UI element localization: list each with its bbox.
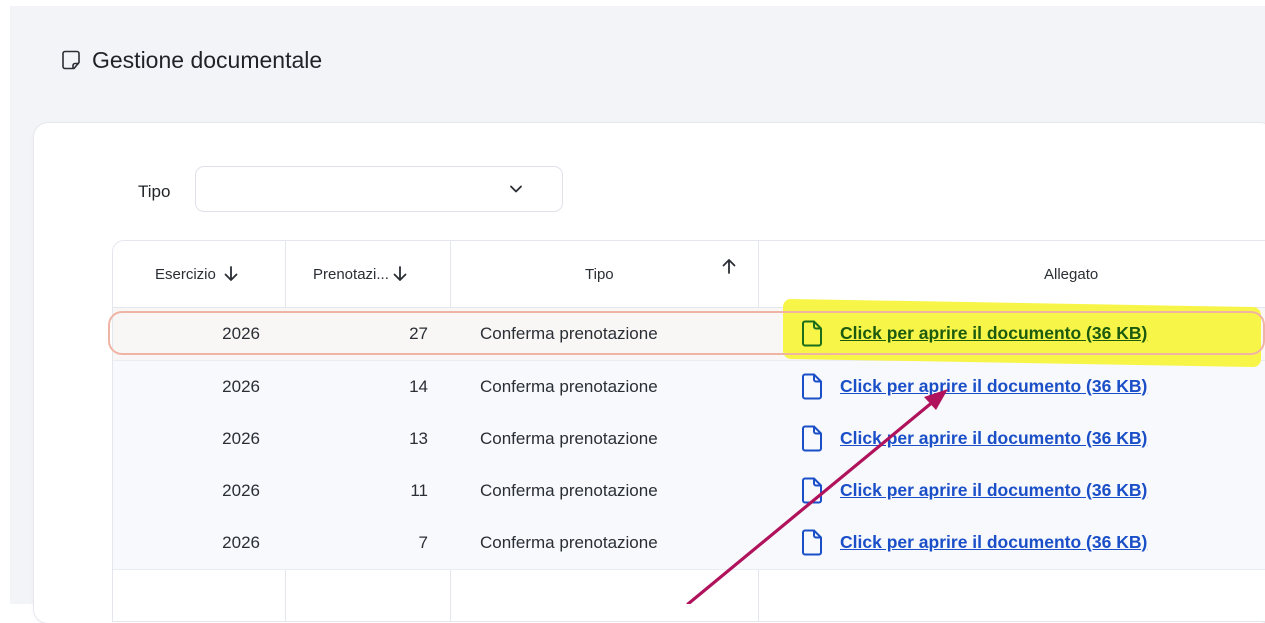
page-title-text: Gestione documentale [92,46,323,73]
cell-tipo: Conferma prenotazione [480,377,658,396]
filter-label: Tipo [138,182,171,201]
sort-asc-icon [722,259,736,274]
attachment-cell: Click per aprire il documento (36 KB) [757,516,1265,568]
cell-esercizio: 2026 [222,429,260,448]
column-header-label: Tipo [585,265,614,283]
column-header-label: Prenotazi... [313,265,389,283]
cell-tipo: Conferma prenotazione [480,481,658,500]
tipo-filter-select[interactable] [195,166,563,212]
attachment-cell: Click per aprire il documento (36 KB) [757,412,1265,464]
cell-prenotazione: 14 [409,377,428,396]
column-header-esercizio[interactable]: Esercizio [113,241,285,307]
sort-desc-icon [224,266,238,281]
file-icon [802,477,822,503]
sort-desc-icon [393,266,407,281]
file-icon [802,425,822,451]
column-header-prenotazione[interactable]: Prenotazi... [285,241,450,307]
cell-esercizio: 2026 [222,377,260,396]
cell-prenotazione: 7 [418,533,428,552]
document-icon [62,50,80,70]
cell-esercizio: 2026 [222,533,260,552]
open-document-link[interactable]: Click per aprire il documento (36 KB) [840,532,1147,553]
column-header-label: Allegato [1044,265,1099,283]
chevron-down-icon [510,185,522,193]
column-header-allegato[interactable]: Allegato [758,241,1265,307]
open-document-link[interactable]: Click per aprire il documento (36 KB) [840,376,1147,397]
cell-prenotazione: 13 [409,429,428,448]
attachment-cell: Click per aprire il documento (36 KB) [757,360,1265,412]
cell-tipo: Conferma prenotazione [480,324,658,343]
column-header-tipo[interactable]: Tipo [450,241,758,307]
open-document-link[interactable]: Click per aprire il documento (36 KB) [840,323,1147,344]
cell-tipo: Conferma prenotazione [480,429,658,448]
cell-esercizio: 2026 [222,481,260,500]
page-title: Gestione documentale [62,43,322,77]
column-header-label: Esercizio [155,265,216,283]
attachment-cell: Click per aprire il documento (36 KB) [757,464,1265,516]
attachment-cell: Click per aprire il documento (36 KB) [757,307,1265,359]
file-icon [802,373,822,399]
file-icon [802,320,822,346]
open-document-link[interactable]: Click per aprire il documento (36 KB) [840,428,1147,449]
open-document-link[interactable]: Click per aprire il documento (36 KB) [840,480,1147,501]
file-icon [802,529,822,555]
cell-esercizio: 2026 [222,324,260,343]
cell-prenotazione: 27 [409,324,428,343]
cell-prenotazione: 11 [410,481,428,500]
cell-tipo: Conferma prenotazione [480,533,658,552]
